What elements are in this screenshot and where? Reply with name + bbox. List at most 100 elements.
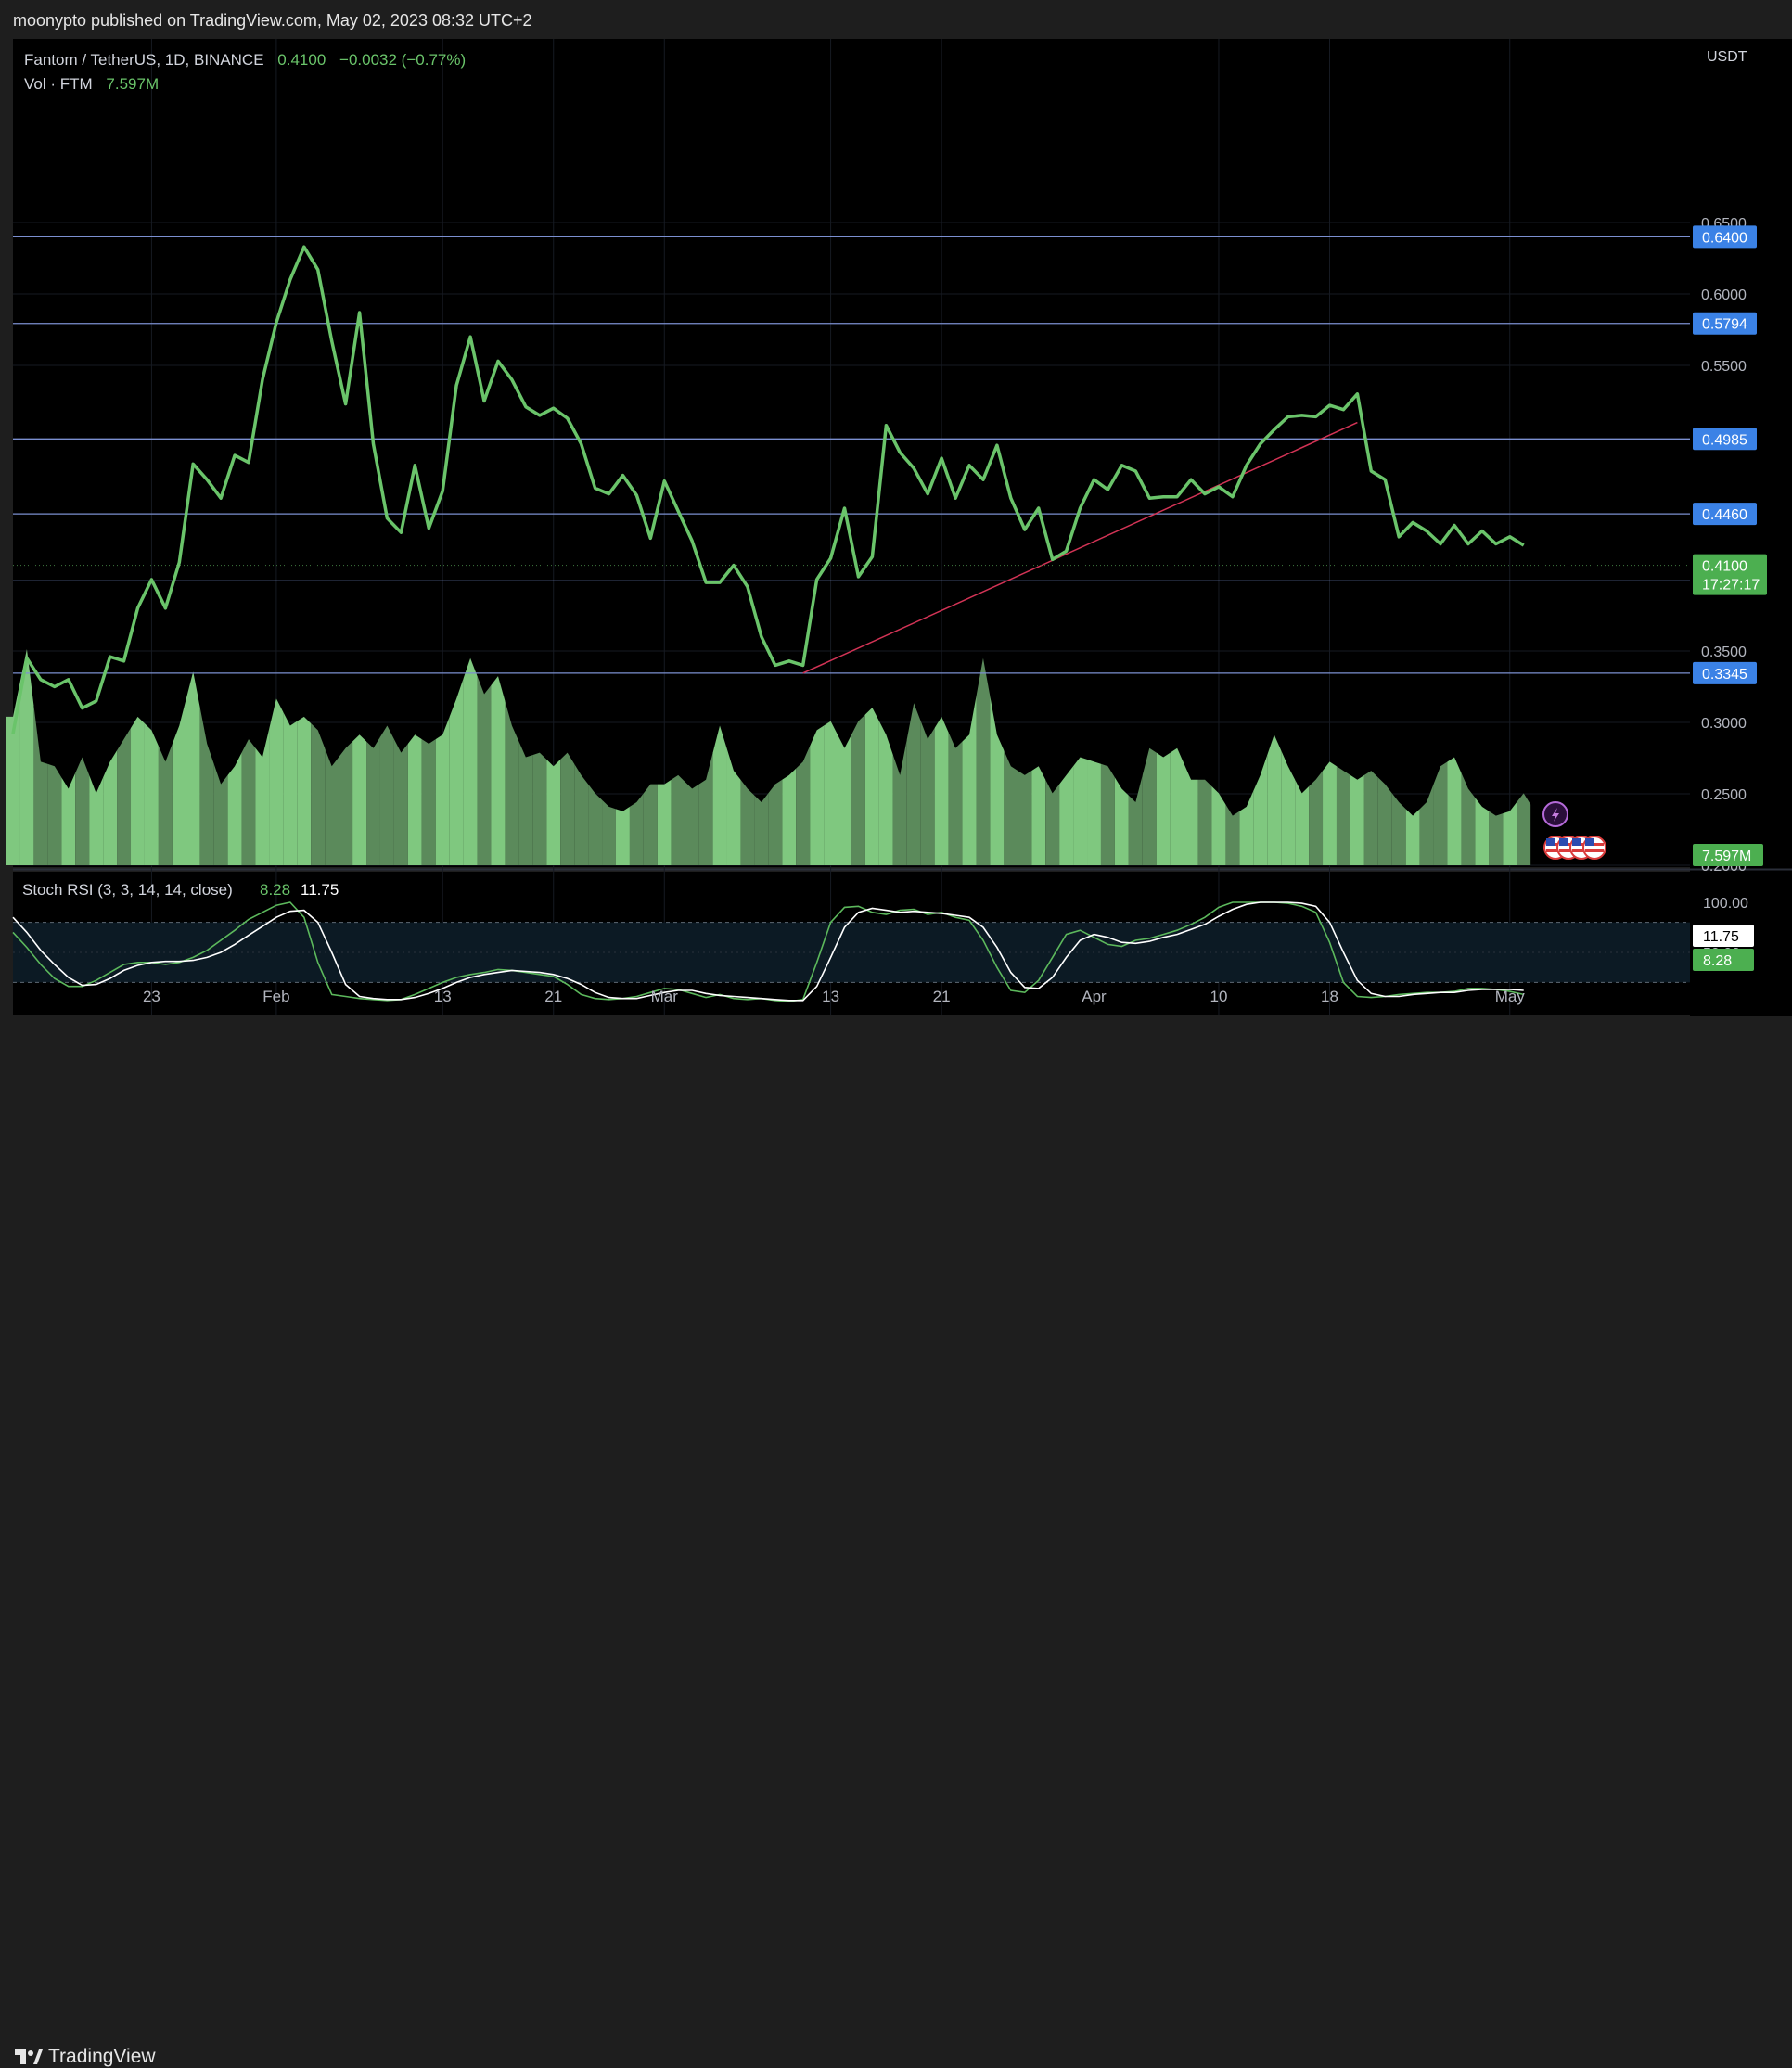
tradingview-brand[interactable]: TradingView — [15, 2046, 156, 2068]
volume-badge-text: 7.597M — [1702, 849, 1751, 864]
volume-bar-13 — [186, 671, 200, 865]
volume-bar-22 — [311, 723, 325, 865]
volume-bar-101 — [1406, 809, 1420, 865]
level-badge-text-0.6400: 0.6400 — [1702, 230, 1747, 246]
volume-bar-58 — [810, 726, 824, 865]
volume-bar-62 — [865, 708, 879, 865]
x-tick-21-3: 21 — [544, 988, 562, 1005]
legend-symbol-row: Fantom / TetherUS, 1D, BINANCE 0.4100 −0… — [24, 48, 466, 72]
volume-bar-5 — [75, 758, 89, 866]
volume-bar-39 — [546, 760, 560, 865]
stoch-legend-d: 11.75 — [301, 881, 339, 899]
volume-bar-96 — [1337, 766, 1350, 865]
volume-bar-38 — [532, 753, 546, 865]
volume-bar-91 — [1267, 734, 1281, 865]
x-tick-13-2: 13 — [434, 988, 452, 1005]
volume-bar-44 — [616, 807, 630, 865]
volume-bar-59 — [824, 721, 838, 865]
volume-bar-20 — [283, 712, 297, 865]
volume-bar-3 — [47, 764, 61, 865]
footer: TradingView — [0, 1016, 1792, 1065]
volume-bar-46 — [644, 785, 658, 865]
volume-bar-95 — [1323, 761, 1337, 865]
volume-bar-31 — [436, 717, 450, 865]
legend-volume-value: 7.597M — [106, 75, 159, 93]
stoch-legend: Stoch RSI (3, 3, 14, 14, close) — [22, 881, 233, 899]
price-scale-unit: USDT — [1707, 49, 1747, 65]
volume-bar-30 — [422, 739, 436, 865]
legend-last-price: 0.4100 — [277, 51, 326, 69]
volume-bar-29 — [408, 734, 422, 865]
price-tick-0.2500: 0.2500 — [1701, 787, 1747, 803]
us-flag-stripe-b-3 — [1585, 849, 1604, 852]
volume-bar-35 — [492, 676, 506, 865]
volume-bar-79 — [1101, 764, 1115, 865]
legend-volume-row: Vol · FTM 7.597M — [24, 72, 466, 96]
volume-bar-78 — [1087, 760, 1101, 865]
last-price-badge-countdown: 17:27:17 — [1702, 578, 1760, 594]
volume-bar-68 — [949, 733, 963, 865]
volume-bar-74 — [1031, 766, 1045, 865]
x-tick-Mar-4: Mar — [651, 988, 679, 1005]
volume-bar-51 — [713, 726, 727, 865]
tradingview-brand-text: TradingView — [48, 2046, 156, 2068]
volume-bar-47 — [658, 780, 672, 865]
us-flag-icon-3 — [1583, 836, 1606, 859]
volume-bar-8 — [117, 728, 131, 865]
us-flag-canton-2 — [1572, 838, 1581, 846]
stoch-d-badge-text: 11.75 — [1703, 929, 1739, 945]
volume-bar-61 — [851, 714, 865, 865]
volume-bar-24 — [339, 742, 352, 865]
volume-bar-21 — [297, 717, 311, 865]
stoch-tick-100.00: 100.00 — [1703, 896, 1748, 912]
x-tick-23-0: 23 — [143, 988, 160, 1005]
volume-bar-17 — [242, 739, 256, 865]
price-tick-0.3000: 0.3000 — [1701, 716, 1747, 732]
volume-bar-33 — [464, 658, 478, 865]
volume-bar-104 — [1448, 758, 1462, 866]
level-badge-text-0.3345: 0.3345 — [1702, 667, 1747, 683]
volume-bar-109 — [1517, 793, 1530, 865]
level-badge-text-0.4985: 0.4985 — [1702, 432, 1747, 448]
volume-bar-70 — [976, 658, 990, 865]
price-tick-0.5500: 0.5500 — [1701, 359, 1747, 375]
volume-bar-99 — [1378, 777, 1392, 865]
us-flag-canton-0 — [1546, 838, 1555, 846]
legend-volume-label[interactable]: Vol · FTM — [24, 75, 93, 93]
volume-bar-84 — [1171, 748, 1184, 865]
volume-bar-60 — [838, 734, 851, 865]
volume-bar-37 — [518, 742, 532, 865]
volume-bar-66 — [921, 721, 935, 865]
us-flag-canton-1 — [1559, 838, 1568, 846]
price-tick-0.3500: 0.3500 — [1701, 645, 1747, 660]
volume-bar-34 — [478, 676, 492, 865]
volume-bar-26 — [366, 737, 380, 865]
x-tick-21-6: 21 — [933, 988, 951, 1005]
volume-bar-43 — [602, 800, 616, 865]
chart-area[interactable]: Stoch RSI (3, 3, 14, 14, close) 8.28 11.75… — [0, 0, 1792, 1016]
tradingview-logo-icon — [15, 2049, 43, 2064]
volume-bar-77 — [1073, 758, 1087, 866]
volume-bar-27 — [380, 726, 394, 865]
volume-bar-48 — [672, 775, 685, 865]
volume-bar-97 — [1350, 775, 1364, 865]
volume-bar-83 — [1157, 753, 1171, 865]
volume-bar-25 — [352, 734, 366, 865]
volume-bar-11 — [159, 744, 173, 865]
x-tick-Apr-7: Apr — [1082, 988, 1107, 1005]
volume-bar-9 — [131, 717, 145, 865]
lightning-icon — [1543, 802, 1568, 826]
legend-symbol[interactable]: Fantom / TetherUS, 1D, BINANCE — [24, 51, 264, 69]
volume-bar-67 — [935, 717, 949, 865]
stoch-legend-k: 8.28 — [260, 881, 290, 899]
last-price-badge-price: 0.4100 — [1702, 559, 1747, 575]
volume-bar-10 — [145, 723, 159, 865]
volume-bar-73 — [1018, 771, 1031, 865]
volume-bar-94 — [1309, 771, 1323, 865]
volume-bar-54 — [754, 793, 768, 865]
volume-bar-40 — [560, 753, 574, 865]
price-tick-0.6000: 0.6000 — [1701, 287, 1747, 303]
level-badge-text-0.4460: 0.4460 — [1702, 507, 1747, 523]
volume-bar-55 — [768, 780, 782, 865]
x-tick-18-9: 18 — [1321, 988, 1338, 1005]
